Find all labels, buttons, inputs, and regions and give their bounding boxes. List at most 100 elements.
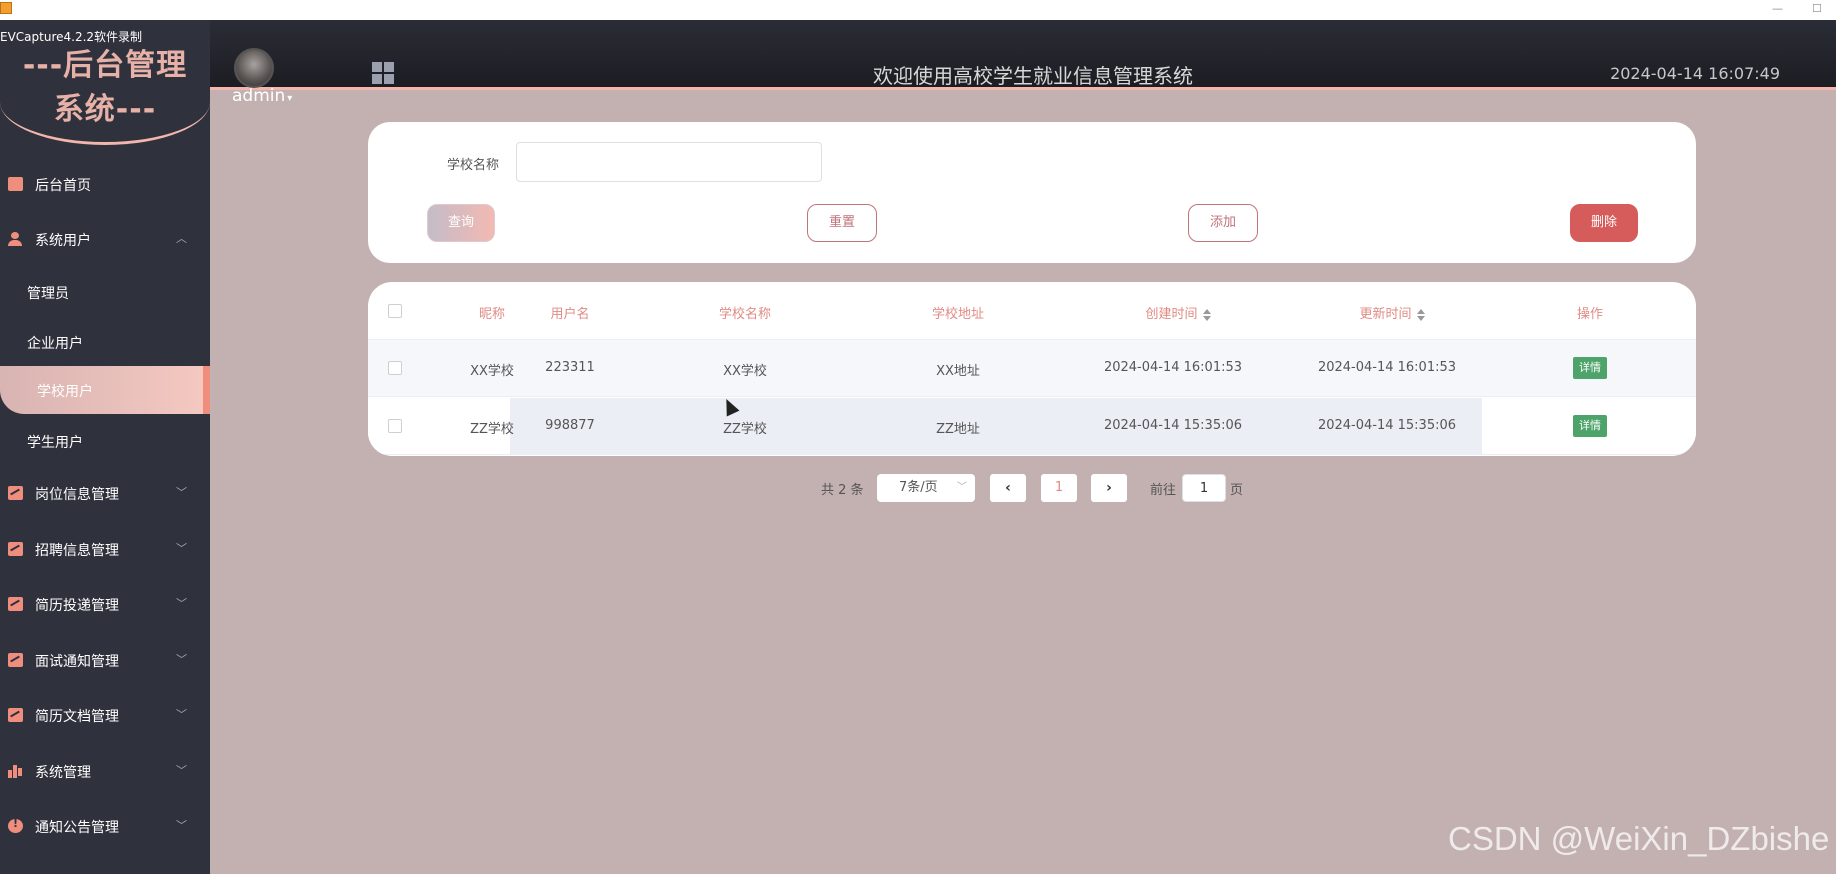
school-name-input[interactable] (516, 142, 822, 182)
sidebar-item-system-users[interactable]: 系统用户 ︿ (0, 219, 210, 259)
top-header: admin ▾ 欢迎使用高校学生就业信息管理系统 2024-04-14 16:07… (0, 20, 1836, 106)
column-header-actions: 操作 (1576, 307, 1603, 322)
current-page[interactable]: 1 (1041, 474, 1077, 502)
reset-button[interactable]: 重置 (807, 204, 877, 242)
chart-icon (8, 597, 23, 611)
column-header-created-time[interactable]: 创建时间 (1108, 303, 1248, 322)
cell-created-time: 2024-04-14 15:35:06 (1103, 418, 1243, 433)
chart-icon (8, 708, 23, 722)
total-count: 共 2 条 (821, 483, 864, 498)
recorder-label: EVCapture4.2.2软件录制 (0, 30, 143, 44)
sidebar-item-resume-delivery[interactable]: 简历投递管理 ﹀ (0, 584, 210, 624)
username-label: admin (232, 86, 286, 106)
next-page-button[interactable]: › (1091, 474, 1127, 502)
sidebar-item-interview-notice[interactable]: 面试通知管理 ﹀ (0, 640, 210, 680)
row-checkbox[interactable] (388, 361, 402, 375)
sidebar-subitem-school-users[interactable]: 学校用户 (0, 366, 210, 414)
cell-username: 998877 (545, 418, 595, 433)
column-header-nickname: 昵称 (478, 307, 505, 322)
sidebar-subitem-label: 学校用户 (37, 384, 93, 400)
chart-icon (8, 653, 23, 667)
sidebar-item-home[interactable]: 后台首页 (0, 164, 210, 204)
sidebar-subitem-enterprise-users[interactable]: 企业用户 (0, 318, 210, 366)
sidebar-item-label: 后台首页 (35, 178, 91, 194)
add-button[interactable]: 添加 (1188, 204, 1258, 242)
header-datetime: 2024-04-14 16:07:49 (1610, 64, 1780, 83)
sidebar-subitem-admin[interactable]: 管理员 (0, 268, 210, 316)
minimize-icon[interactable]: — (1772, 2, 1783, 15)
table-row: ZZ学校 998877 ZZ学校 ZZ地址 2024-04-14 15:35:0… (368, 398, 1696, 455)
chevron-down-icon: ﹀ (176, 708, 187, 721)
chevron-down-icon: ﹀ (176, 653, 187, 666)
page-size-select[interactable]: 7条/页 ﹀ (877, 474, 975, 502)
sidebar-item-label: 通知公告管理 (35, 820, 119, 836)
sort-icon[interactable] (1202, 308, 1211, 321)
column-header-username: 用户名 (550, 307, 590, 322)
cell-school-name: ZZ学校 (723, 422, 767, 437)
cell-school-address: XX地址 (936, 364, 980, 379)
cell-school-name: XX学校 (723, 364, 767, 379)
detail-button[interactable]: 详情 (1573, 357, 1607, 379)
sidebar-subitem-label: 企业用户 (27, 336, 83, 352)
sidebar-item-resume-docs[interactable]: 简历文档管理 ﹀ (0, 695, 210, 735)
user-icon (8, 232, 23, 246)
chevron-down-icon: ﹀ (176, 764, 187, 777)
select-all-checkbox[interactable] (388, 304, 402, 318)
page-size-value: 7条/页 (899, 480, 938, 495)
maximize-icon[interactable]: ☐ (1812, 2, 1822, 15)
site-title: 欢迎使用高校学生就业信息管理系统 (873, 64, 1193, 88)
info-icon (8, 817, 23, 833)
cell-created-time: 2024-04-14 16:01:53 (1103, 360, 1243, 375)
chart-icon (8, 542, 23, 556)
grid-menu-icon[interactable] (372, 62, 394, 84)
sidebar-item-recruitment[interactable]: 招聘信息管理 ﹀ (0, 529, 210, 569)
column-header-updated-time[interactable]: 更新时间 (1322, 303, 1462, 322)
detail-button[interactable]: 详情 (1573, 415, 1607, 437)
cell-updated-time: 2024-04-14 16:01:53 (1317, 360, 1457, 375)
column-header-school-name: 学校名称 (718, 307, 771, 322)
table-row: XX学校 223311 XX学校 XX地址 2024-04-14 16:01:5… (368, 340, 1696, 397)
goto-page-input[interactable] (1182, 474, 1226, 502)
chevron-down-icon: ﹀ (176, 819, 187, 832)
column-header-school-address: 学校地址 (931, 307, 984, 322)
watermark: CSDN @WeiXin_DZbishe (1448, 820, 1830, 857)
sidebar-subitem-student-users[interactable]: 学生用户 (0, 417, 210, 465)
sidebar-item-system-admin[interactable]: 系统管理 ﹀ (0, 751, 210, 791)
table-header: 昵称 用户名 学校名称 学校地址 创建时间 更新时间 操作 (368, 282, 1696, 340)
delete-button[interactable]: 删除 (1570, 204, 1638, 242)
chevron-down-icon: ﹀ (176, 597, 187, 610)
logo-line1: ---后台管理 (22, 48, 188, 83)
sidebar-item-label: 系统管理 (35, 765, 91, 781)
column-header-label: 更新时间 (1359, 307, 1412, 322)
sidebar-item-announcements[interactable]: 通知公告管理 ﹀ (0, 806, 210, 846)
sidebar-item-label: 系统用户 (35, 233, 91, 249)
sidebar-item-label: 招聘信息管理 (35, 543, 119, 559)
bar-chart-icon (8, 764, 23, 778)
sidebar-subitem-label: 管理员 (27, 286, 69, 302)
sidebar-item-label: 简历投递管理 (35, 598, 119, 614)
monitor-icon (8, 177, 23, 191)
sidebar-item-label: 面试通知管理 (35, 654, 119, 670)
pagination: 共 2 条 7条/页 ﹀ ‹ 1 › 前往 页 (0, 473, 1836, 503)
row-checkbox[interactable] (388, 419, 402, 433)
column-header-label: 创建时间 (1145, 307, 1198, 322)
avatar[interactable] (234, 48, 274, 88)
logo-line2: 系统--- (53, 92, 157, 127)
search-panel: 学校名称 查询 重置 添加 删除 (368, 122, 1696, 263)
caret-down-icon: ▾ (287, 93, 293, 104)
query-button[interactable]: 查询 (427, 204, 495, 242)
cell-username: 223311 (545, 360, 595, 375)
user-menu[interactable]: admin ▾ (232, 86, 292, 106)
sort-icon[interactable] (1416, 308, 1425, 321)
chevron-down-icon: ﹀ (176, 542, 187, 555)
active-indicator (203, 366, 210, 414)
sidebar-subitem-label: 学生用户 (27, 435, 83, 451)
app-icon (0, 2, 12, 14)
cell-updated-time: 2024-04-14 15:35:06 (1317, 418, 1457, 433)
prev-page-button[interactable]: ‹ (990, 474, 1026, 502)
school-name-label: 学校名称 (447, 158, 500, 173)
cell-school-address: ZZ地址 (936, 422, 980, 437)
sidebar-item-label: 简历文档管理 (35, 709, 119, 725)
window-titlebar: — ☐ (0, 0, 1836, 20)
goto-label: 前往 (1150, 483, 1177, 498)
